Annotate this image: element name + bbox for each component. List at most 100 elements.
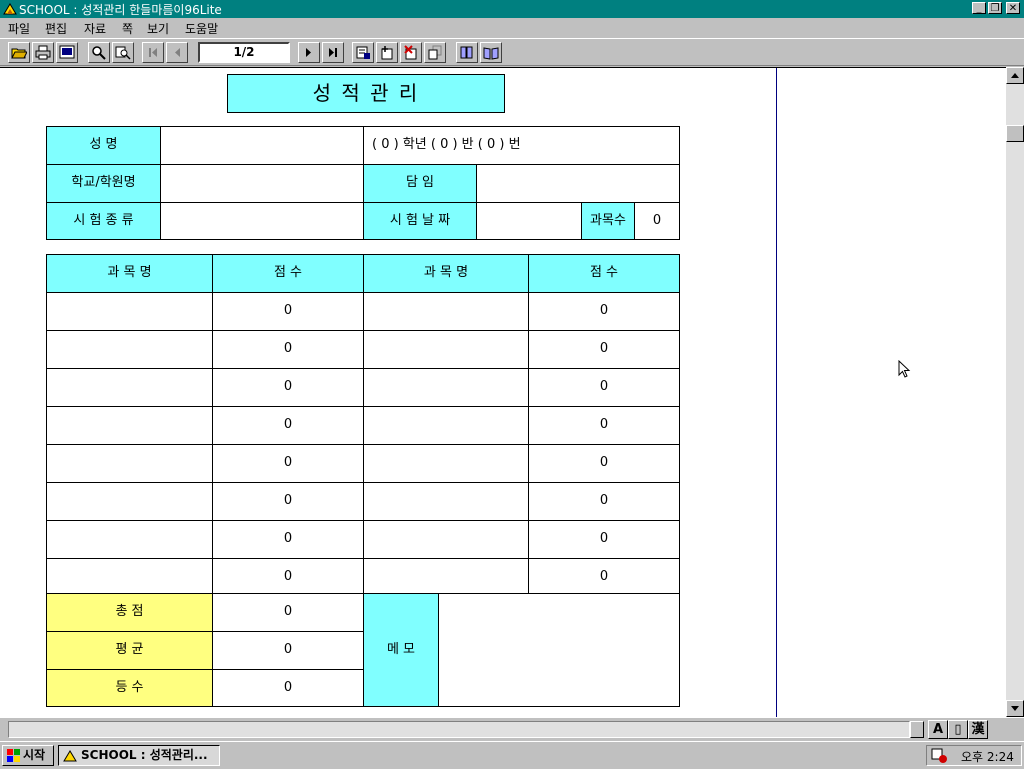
school-field[interactable]: [160, 164, 364, 203]
exam-type-field[interactable]: [160, 202, 364, 240]
previous-page-icon: [175, 48, 180, 57]
horizontal-scrollbar[interactable]: [8, 721, 910, 738]
menu-help[interactable]: 도움말: [185, 20, 218, 37]
record-edit-button[interactable]: [352, 42, 374, 63]
score-cell[interactable]: 0: [212, 520, 364, 559]
menu-file[interactable]: 파일: [8, 20, 30, 37]
grade-class-number-field[interactable]: ( 0 ) 학년 ( 0 ) 반 ( 0 ) 번: [363, 126, 680, 165]
mouse-cursor-icon: [898, 360, 911, 378]
previous-page-button[interactable]: [166, 42, 188, 63]
next-page-icon: [306, 48, 311, 57]
score-cell[interactable]: 0: [212, 444, 364, 483]
open-folder-icon: [11, 48, 27, 59]
rank-label: 등 수: [46, 669, 213, 707]
menu-data[interactable]: 자료: [84, 20, 106, 37]
subject-cell[interactable]: [363, 330, 529, 369]
clock[interactable]: 오후 2:24: [961, 748, 1014, 765]
name-label: 성 명: [46, 126, 161, 165]
score-cell[interactable]: 0: [528, 558, 680, 597]
taskbar-window-label: SCHOOL : 성적관리...: [81, 748, 208, 762]
teacher-field[interactable]: [476, 164, 680, 203]
book-open-button[interactable]: [480, 42, 502, 63]
score-cell[interactable]: 0: [528, 330, 680, 369]
subject-cell[interactable]: [46, 406, 213, 445]
window-title: SCHOOL : 성적관리 한들마름이96Lite: [19, 3, 222, 17]
score-cell[interactable]: 0: [212, 368, 364, 407]
record-edit-icon: [356, 46, 370, 59]
subject-cell[interactable]: [363, 520, 529, 559]
print-button[interactable]: [32, 42, 54, 63]
subject-cell[interactable]: [46, 444, 213, 483]
subject-cell[interactable]: [46, 558, 213, 597]
score-cell[interactable]: 0: [528, 292, 680, 331]
subject-cell[interactable]: [46, 520, 213, 559]
total-value: 0: [212, 593, 364, 632]
system-tray: 오후 2:24: [926, 745, 1022, 766]
form-title: 성 적 관 리: [227, 74, 505, 113]
subject-cell[interactable]: [46, 330, 213, 369]
score-cell[interactable]: 0: [528, 520, 680, 559]
page-boundary: [776, 68, 777, 717]
ime-status-icon[interactable]: [931, 748, 949, 764]
font-mode-button[interactable]: A: [928, 720, 948, 739]
subject-cell[interactable]: [46, 368, 213, 407]
name-field[interactable]: [160, 126, 364, 165]
preview-icon: [59, 45, 75, 59]
score-cell[interactable]: 0: [212, 558, 364, 597]
zoom-button[interactable]: [88, 42, 110, 63]
record-copy-button[interactable]: [424, 42, 446, 63]
score-cell[interactable]: 0: [212, 292, 364, 331]
subject-cell[interactable]: [363, 482, 529, 521]
hanja-mode-button[interactable]: 漢: [968, 720, 988, 739]
record-delete-button[interactable]: [400, 42, 422, 63]
first-page-button[interactable]: [142, 42, 164, 63]
record-add-button[interactable]: [376, 42, 398, 63]
score-cell[interactable]: 0: [528, 368, 680, 407]
teacher-label: 담 임: [363, 164, 477, 203]
score-cell[interactable]: 0: [212, 482, 364, 521]
subject-cell[interactable]: [363, 292, 529, 331]
memo-field[interactable]: [438, 593, 680, 707]
score-cell[interactable]: 0: [528, 444, 680, 483]
preview-button[interactable]: [56, 42, 78, 63]
minimize-button[interactable]: _: [972, 2, 986, 14]
score-cell[interactable]: 0: [212, 406, 364, 445]
subject-count-value: 0: [634, 202, 680, 240]
subject-cell[interactable]: [46, 292, 213, 331]
exam-date-field[interactable]: [476, 202, 582, 240]
subject-cell[interactable]: [363, 444, 529, 483]
start-label: 시작: [23, 748, 46, 762]
app-icon: [3, 3, 17, 15]
record-add-icon: [381, 46, 393, 60]
search-button[interactable]: [112, 42, 134, 63]
menu-view[interactable]: 보기: [147, 20, 169, 37]
menu-page[interactable]: 쪽: [122, 20, 133, 37]
next-page-button[interactable]: [298, 42, 320, 63]
score-cell[interactable]: 0: [528, 406, 680, 445]
arrow-up-icon: [1011, 73, 1019, 78]
book-button[interactable]: [456, 42, 478, 63]
score-cell[interactable]: 0: [212, 330, 364, 369]
subject-cell[interactable]: [363, 558, 529, 597]
menu-edit[interactable]: 편집: [45, 20, 67, 37]
scroll-thumb[interactable]: [1006, 125, 1024, 142]
page-indicator[interactable]: 1/2: [198, 42, 290, 63]
close-button[interactable]: ✕: [1006, 2, 1020, 14]
start-button[interactable]: 시작: [2, 745, 54, 766]
last-page-button[interactable]: [322, 42, 344, 63]
windows-logo-icon: [7, 749, 20, 762]
width-mode-button[interactable]: ▯: [948, 720, 968, 739]
scroll-up-button[interactable]: [1006, 67, 1024, 84]
vertical-scrollbar[interactable]: [1006, 67, 1024, 717]
open-button[interactable]: [8, 42, 30, 63]
horizontal-scroll-thumb[interactable]: [910, 721, 924, 738]
taskbar-window-button[interactable]: SCHOOL : 성적관리...: [58, 745, 220, 766]
restore-button[interactable]: ❐: [988, 2, 1002, 14]
total-label: 총 점: [46, 593, 213, 632]
scroll-down-button[interactable]: [1006, 700, 1024, 717]
subject-cell[interactable]: [363, 406, 529, 445]
subject-cell[interactable]: [46, 482, 213, 521]
score-cell[interactable]: 0: [528, 482, 680, 521]
subject-cell[interactable]: [363, 368, 529, 407]
first-page-icon: [149, 48, 157, 57]
